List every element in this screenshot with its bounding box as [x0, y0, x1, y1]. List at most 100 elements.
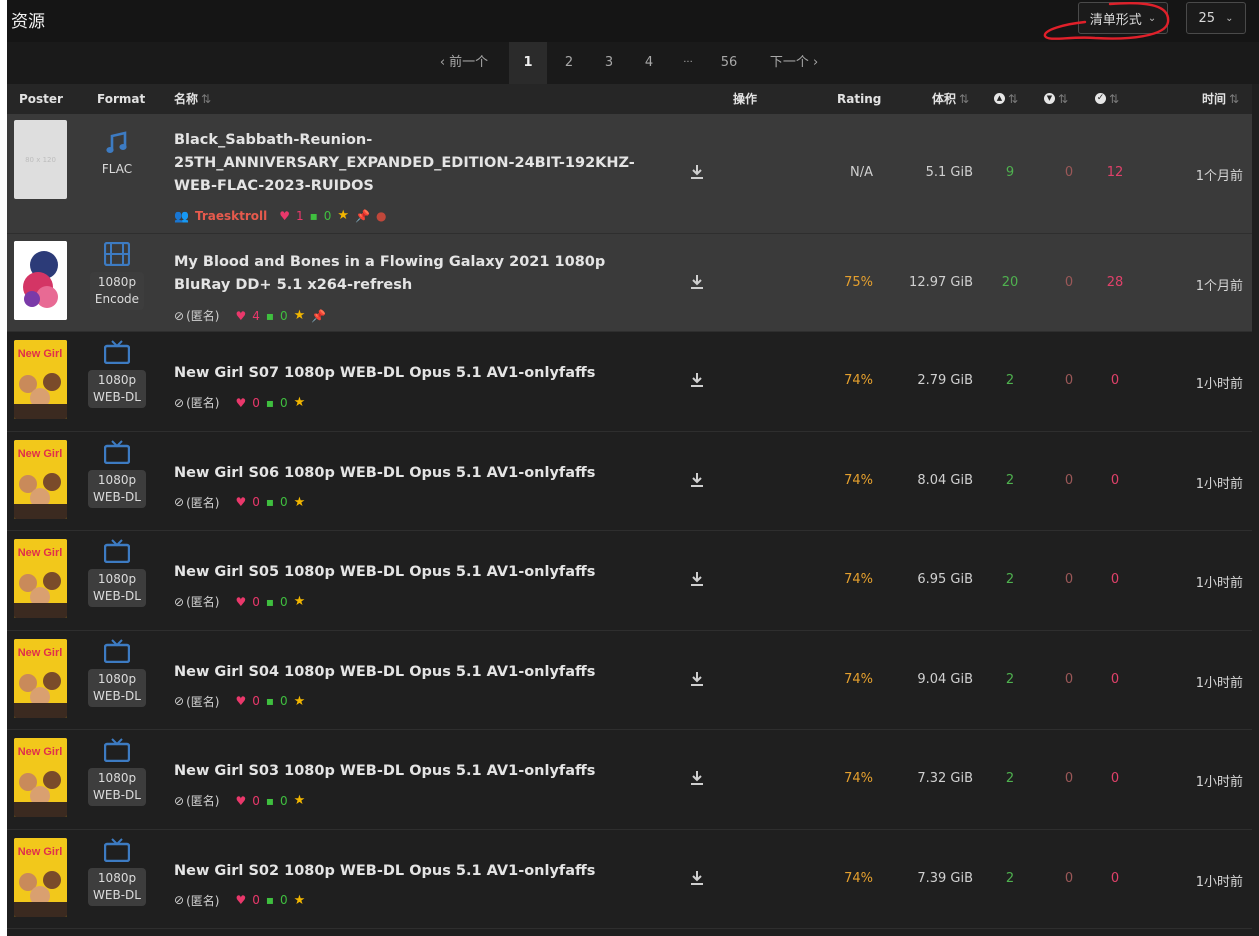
snatched-count[interactable]: 0 [1101, 871, 1129, 886]
poster-image[interactable]: New Girl [14, 837, 67, 917]
torrent-meta: ⊘ (匿名) ♥ 0 ▪ 0 ★ [174, 792, 305, 809]
poster-placeholder[interactable]: 80 x 120 [14, 120, 67, 199]
leechers-count[interactable]: 0 [1056, 871, 1082, 886]
star-icon[interactable]: ★ [294, 893, 306, 908]
download-button[interactable] [690, 870, 704, 890]
uploader-name[interactable]: Traesktroll [195, 209, 267, 223]
torrent-name[interactable]: New Girl S03 1080p WEB-DL Opus 5.1 AV1-o… [174, 760, 644, 783]
torrent-name[interactable]: New Girl S06 1080p WEB-DL Opus 5.1 AV1-o… [174, 462, 644, 485]
seeders-count[interactable]: 2 [997, 672, 1023, 687]
download-icon [691, 472, 703, 487]
leechers-count[interactable]: 0 [1056, 373, 1082, 388]
download-button[interactable] [690, 671, 704, 691]
page-4[interactable]: 4 [630, 42, 668, 84]
poster-image[interactable]: New Girl [14, 539, 67, 618]
view-mode-select[interactable]: 清单形式 ⌄ [1078, 2, 1168, 34]
star-icon[interactable]: ★ [337, 208, 349, 223]
pagination-next[interactable]: 下一个 › [758, 42, 830, 84]
snatched-count[interactable]: 0 [1101, 473, 1129, 488]
col-rating[interactable]: Rating [837, 84, 881, 114]
snatched-count[interactable]: 12 [1101, 165, 1129, 180]
leechers-count[interactable]: 0 [1056, 275, 1082, 290]
table-row[interactable]: 1080p Encode My Blood and Bones in a Flo… [7, 234, 1252, 332]
snatched-count[interactable]: 0 [1101, 572, 1129, 587]
torrent-list: 80 x 120 FLAC Black_Sabbath-Reunion-25TH… [7, 114, 1252, 929]
download-button[interactable] [690, 274, 704, 294]
page-56[interactable]: 56 [710, 42, 748, 84]
col-seeders[interactable]: ⇅ [994, 84, 1018, 114]
upload-time: 1小时前 [1195, 576, 1243, 591]
seeders-count[interactable]: 9 [997, 165, 1023, 180]
col-size[interactable]: 体积 ⇅ [932, 84, 969, 114]
table-row[interactable]: New Girl 1080p WEB-DL New Girl S07 1080p… [7, 332, 1252, 432]
comments-count: 0 [279, 495, 288, 509]
star-icon[interactable]: ★ [294, 694, 306, 709]
star-icon[interactable]: ★ [294, 395, 306, 410]
comment-icon: ▪ [265, 594, 274, 609]
snatched-count[interactable]: 0 [1101, 771, 1129, 786]
torrent-name[interactable]: New Girl S04 1080p WEB-DL Opus 5.1 AV1-o… [174, 661, 644, 684]
torrent-name[interactable]: New Girl S02 1080p WEB-DL Opus 5.1 AV1-o… [174, 860, 644, 883]
seeders-count[interactable]: 2 [997, 572, 1023, 587]
format-resolution: 1080p [97, 373, 137, 387]
table-row[interactable]: New Girl 1080p WEB-DL New Girl S03 1080p… [7, 730, 1252, 830]
table-row[interactable]: New Girl 1080p WEB-DL New Girl S05 1080p… [7, 531, 1252, 631]
poster-image[interactable]: New Girl [14, 439, 67, 519]
format-cell: FLAC [87, 130, 147, 176]
star-icon[interactable]: ★ [294, 308, 306, 323]
star-icon[interactable]: ★ [294, 594, 306, 609]
eye-slash-icon: ⊘ [174, 694, 185, 708]
download-button[interactable] [690, 571, 704, 591]
format-type: WEB-DL [93, 788, 141, 802]
seeders-count[interactable]: 2 [997, 473, 1023, 488]
comment-icon: ▪ [265, 495, 274, 509]
torrent-name[interactable]: New Girl S05 1080p WEB-DL Opus 5.1 AV1-o… [174, 561, 644, 584]
heart-pulse-icon: ♥ [235, 893, 247, 907]
download-button[interactable] [690, 472, 704, 492]
leechers-count[interactable]: 0 [1056, 572, 1082, 587]
torrent-name[interactable]: Black_Sabbath-Reunion-25TH_ANNIVERSARY_E… [174, 129, 644, 198]
poster-image[interactable]: New Girl [14, 738, 67, 817]
download-button[interactable] [690, 164, 704, 184]
leechers-count[interactable]: 0 [1056, 771, 1082, 786]
snatched-count[interactable]: 0 [1101, 373, 1129, 388]
col-snatched[interactable]: ⇅ [1095, 84, 1119, 114]
poster-image[interactable]: New Girl [14, 340, 67, 419]
comment-icon: ▪ [265, 793, 274, 808]
star-icon[interactable]: ★ [294, 793, 306, 808]
per-page-select[interactable]: 25 ⌄ [1186, 2, 1246, 34]
page-3[interactable]: 3 [590, 42, 628, 84]
col-leechers[interactable]: ⇅ [1044, 84, 1068, 114]
poster-image[interactable]: New Girl [14, 638, 67, 718]
table-row[interactable]: New Girl 1080p WEB-DL New Girl S04 1080p… [7, 631, 1252, 730]
torrent-name[interactable]: New Girl S07 1080p WEB-DL Opus 5.1 AV1-o… [174, 362, 644, 385]
size: 12.97 GiB [909, 275, 973, 290]
pagination-prev[interactable]: ‹ 前一个 [428, 42, 500, 84]
comments-count: 0 [279, 395, 288, 410]
seeders-count[interactable]: 2 [997, 373, 1023, 388]
seeders-count[interactable]: 2 [997, 871, 1023, 886]
col-name[interactable]: 名称 ⇅ [174, 84, 211, 114]
seeders-count[interactable]: 2 [997, 771, 1023, 786]
format-badge: 1080p WEB-DL [88, 370, 146, 408]
download-button[interactable] [690, 770, 704, 790]
leechers-count[interactable]: 0 [1056, 672, 1082, 687]
col-time[interactable]: 时间 ⇅ [1202, 84, 1239, 114]
page-1[interactable]: 1 [509, 42, 547, 84]
leechers-count[interactable]: 0 [1056, 165, 1082, 180]
download-button[interactable] [690, 372, 704, 392]
format-type: Encode [94, 292, 140, 306]
page-2[interactable]: 2 [550, 42, 588, 84]
table-row[interactable]: 80 x 120 FLAC Black_Sabbath-Reunion-25TH… [7, 114, 1252, 234]
star-icon[interactable]: ★ [294, 495, 306, 510]
poster-artwork: New Girl [14, 439, 67, 519]
poster-image[interactable] [14, 241, 67, 320]
torrent-name[interactable]: My Blood and Bones in a Flowing Galaxy 2… [174, 251, 644, 297]
leechers-count[interactable]: 0 [1056, 473, 1082, 488]
table-row[interactable]: New Girl 1080p WEB-DL New Girl S06 1080p… [7, 432, 1252, 531]
view-mode-label: 清单形式 [1089, 12, 1142, 28]
seeders-count[interactable]: 20 [997, 275, 1023, 290]
snatched-count[interactable]: 28 [1101, 275, 1129, 290]
snatched-count[interactable]: 0 [1101, 672, 1129, 687]
table-row[interactable]: New Girl 1080p WEB-DL New Girl S02 1080p… [7, 830, 1252, 929]
